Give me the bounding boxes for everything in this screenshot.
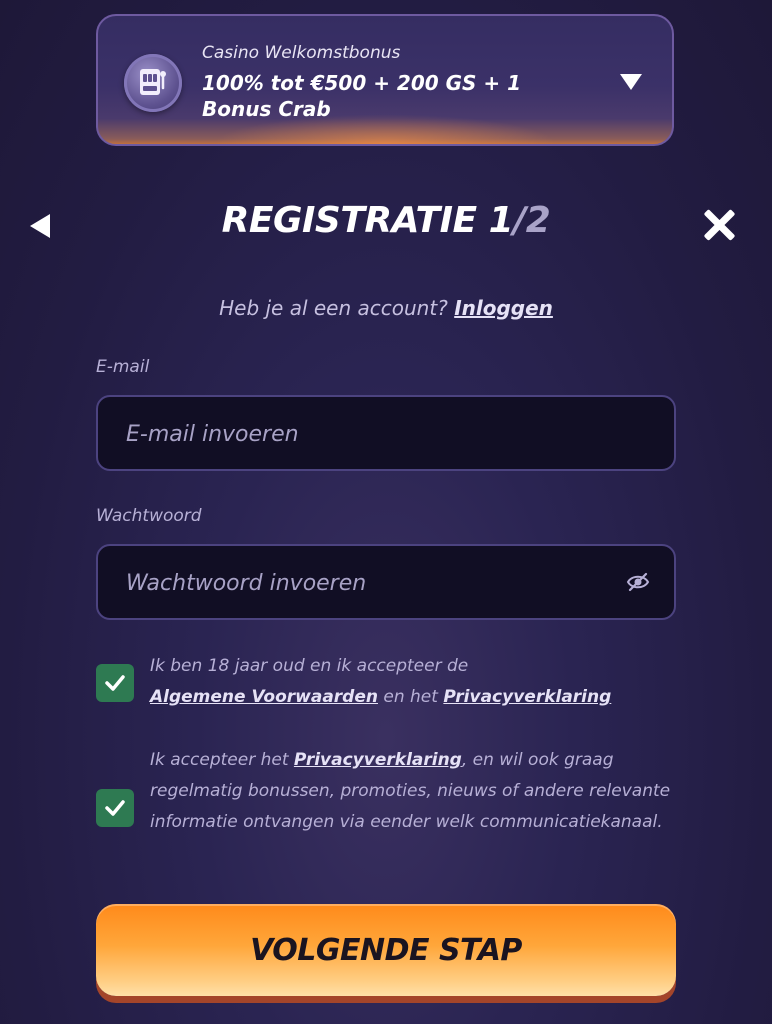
welcome-bonus-card[interactable]: Casino Welkomstbonus 100% tot €500 + 200… (96, 14, 674, 146)
password-input[interactable] (124, 546, 588, 620)
checkmark-icon (105, 800, 125, 816)
email-input[interactable] (124, 397, 588, 471)
bonus-subtitle: Casino Welkomstbonus (202, 43, 401, 63)
slot-machine-icon (124, 54, 182, 112)
login-prompt: Heb je al een account? Inloggen (0, 296, 772, 320)
marketing-text-before: Ik accepteer het (150, 750, 289, 770)
checkmark-icon (105, 675, 125, 691)
next-step-button[interactable]: VOLGENDE STAP (96, 904, 676, 996)
eye-off-icon[interactable] (626, 572, 650, 592)
email-field (96, 395, 676, 471)
close-icon[interactable] (702, 208, 736, 242)
password-label: Wachtwoord (96, 506, 202, 526)
dropdown-arrow-icon[interactable] (620, 74, 642, 90)
privacy-link[interactable]: Privacyverklaring (443, 687, 611, 707)
marketing-text: Ik accepteer het Privacyverklaring, en w… (150, 745, 690, 838)
login-link[interactable]: Inloggen (454, 296, 553, 320)
terms-text-before: Ik ben 18 jaar oud en ik accepteer de (150, 656, 469, 676)
terms-checkbox[interactable] (96, 664, 134, 702)
page-title-step-total: /2 (513, 200, 551, 241)
terms-link[interactable]: Algemene Voorwaarden (150, 687, 378, 707)
terms-text: Ik ben 18 jaar oud en ik accepteer de Al… (150, 651, 690, 713)
marketing-privacy-link[interactable]: Privacyverklaring (294, 750, 462, 770)
marketing-checkbox[interactable] (96, 789, 134, 827)
login-prompt-text: Heb je al een account? (219, 296, 448, 320)
page-title-main: REGISTRATIE 1 (221, 200, 514, 241)
password-field (96, 544, 676, 620)
email-label: E-mail (96, 357, 150, 377)
terms-text-middle: en het (383, 687, 438, 707)
page-title: REGISTRATIE 1/2 (0, 200, 772, 241)
bonus-title: 100% tot €500 + 200 GS + 1 Bonus Crab (202, 71, 522, 121)
